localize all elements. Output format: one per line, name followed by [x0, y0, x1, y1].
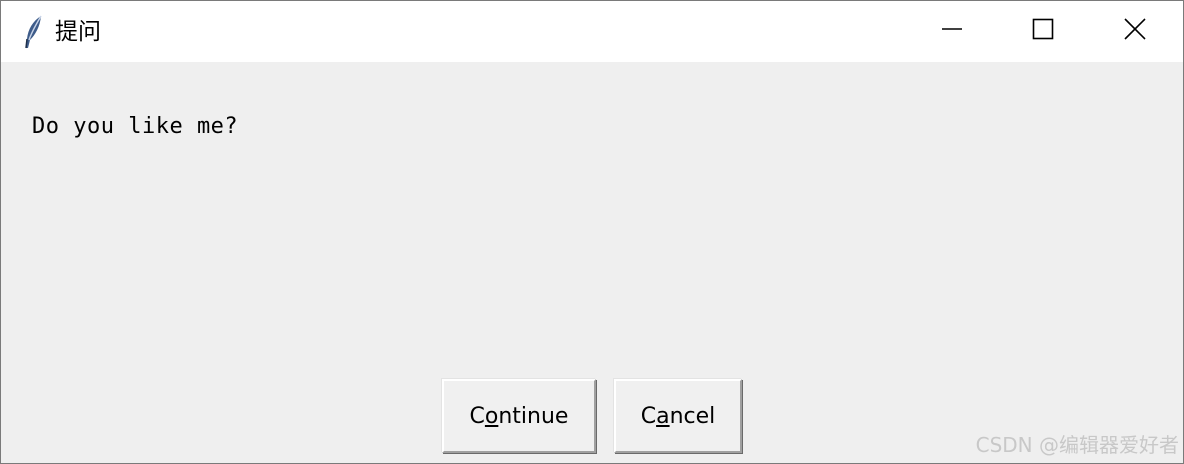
cancel-button[interactable]: Cancel [614, 379, 742, 453]
window-title: 提问 [55, 19, 101, 45]
cancel-button-label: Cancel [640, 403, 716, 429]
close-button[interactable] [1089, 1, 1181, 62]
dialog-body: Do you like me? Continue Cancel CSDN @编辑… [1, 62, 1183, 463]
maximize-icon [1032, 18, 1054, 45]
feather-icon [23, 15, 47, 49]
continue-mnemonic: o [484, 403, 499, 429]
continue-button[interactable]: Continue [442, 379, 596, 453]
maximize-button[interactable] [997, 1, 1089, 62]
cancel-mnemonic: a [656, 403, 670, 429]
minimize-button[interactable] [906, 1, 998, 62]
minimize-icon [941, 18, 963, 45]
dialog-message: Do you like me? [32, 114, 239, 139]
continue-button-label: Continue [469, 403, 569, 429]
title-bar[interactable]: 提问 [1, 1, 1183, 62]
watermark: CSDN @编辑器爱好者 [975, 433, 1179, 457]
dialog-window: 提问 Do you like me? Continue Cancel CSDN … [0, 0, 1184, 464]
close-icon [1124, 18, 1146, 45]
